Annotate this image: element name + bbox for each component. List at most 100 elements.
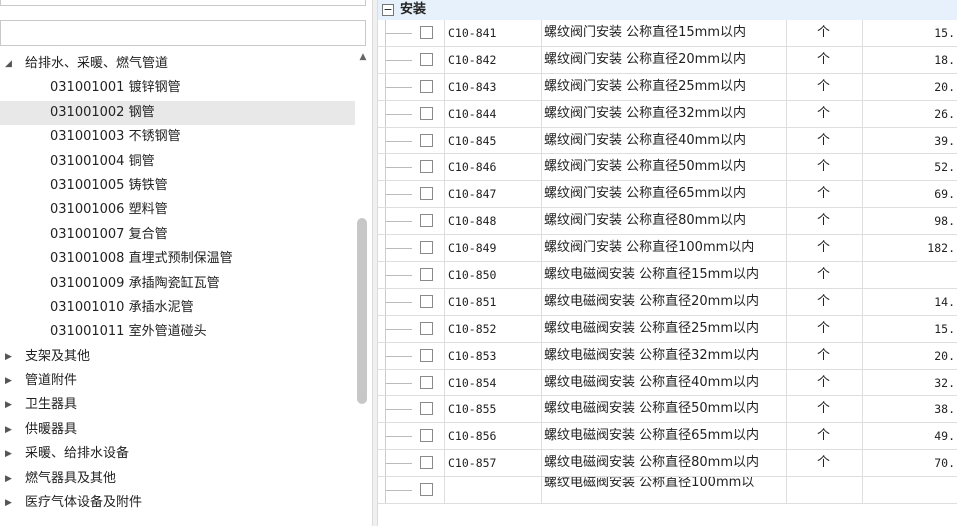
tree-item-group[interactable]: ◢ 给排水、采暖、燃气管道 <box>0 52 355 76</box>
row-checkbox[interactable] <box>420 106 433 120</box>
unit-cell[interactable]: 个 <box>786 73 862 100</box>
table-row[interactable]: C10-853 螺纹电磁阀安装 公称直径32mm以内个 20. <box>378 342 957 370</box>
tree-item-leaf[interactable]: 031001002 钢管 <box>0 100 355 126</box>
quota-code-cell[interactable]: C10-853 <box>444 342 541 369</box>
expand-arrow-icon[interactable]: ▶ <box>5 393 15 417</box>
quota-code-cell[interactable]: C10-848 <box>444 208 541 235</box>
group-header[interactable]: − 安装 <box>378 0 957 20</box>
expand-arrow-icon[interactable]: ▶ <box>5 467 15 491</box>
row-checkbox[interactable] <box>420 456 433 470</box>
quota-name-cell[interactable]: 螺纹阀门安装 公称直径25mm以内 <box>541 73 786 100</box>
quota-name-cell[interactable]: 螺纹电磁阀安装 公称直径40mm以内 <box>541 369 786 396</box>
expand-arrow-icon[interactable]: ▶ <box>5 345 15 369</box>
table-row[interactable]: C10-846 螺纹阀门安装 公称直径50mm以内个 52. <box>378 154 957 182</box>
row-checkbox[interactable] <box>420 133 433 147</box>
quota-code-cell[interactable]: C10-854 <box>444 369 541 396</box>
table-row[interactable]: C10-848 螺纹阀门安装 公称直径80mm以内个 98. <box>378 208 957 236</box>
unit-cell[interactable]: 个 <box>786 235 862 262</box>
price-cell[interactable]: 20. <box>862 73 957 100</box>
quota-name-cell[interactable]: 螺纹电磁阀安装 公称直径50mm以内 <box>541 396 786 423</box>
tree-item-group[interactable]: ▶ 医疗气体设备及附件 <box>0 491 355 515</box>
table-row[interactable]: C10-847 螺纹阀门安装 公称直径65mm以内个 69. <box>378 181 957 209</box>
row-checkbox[interactable] <box>420 241 433 255</box>
price-cell[interactable]: 15. <box>862 20 957 46</box>
tree-item-leaf[interactable]: 031001008 直埋式预制保温管 <box>0 247 355 271</box>
quota-name-cell[interactable]: 螺纹阀门安装 公称直径100mm以内 <box>541 235 786 262</box>
table-row[interactable]: C10-854 螺纹电磁阀安装 公称直径40mm以内个 32. <box>378 369 957 397</box>
quota-name-cell[interactable]: 螺纹阀门安装 公称直径40mm以内 <box>541 127 786 154</box>
tree-item-leaf[interactable]: 031001006 塑料管 <box>0 198 355 222</box>
quota-name-cell[interactable]: 螺纹电磁阀安装 公称直径20mm以内 <box>541 288 786 315</box>
price-cell[interactable]: 32. <box>862 369 957 396</box>
quota-name-cell[interactable]: 螺纹电磁阀安装 公称直径15mm以内 <box>541 262 786 288</box>
price-cell[interactable]: 18. <box>862 46 957 73</box>
table-row[interactable]: C10-849 螺纹阀门安装 公称直径100mm以内个 182. <box>378 235 957 263</box>
price-cell[interactable]: 182. <box>862 235 957 262</box>
table-row[interactable]: C10-857 螺纹电磁阀安装 公称直径80mm以内个 70. <box>378 450 957 478</box>
unit-cell[interactable]: 个 <box>786 20 862 46</box>
price-cell[interactable]: 26. <box>862 100 957 127</box>
row-checkbox[interactable] <box>420 375 433 389</box>
unit-cell[interactable]: 个 <box>786 315 862 342</box>
table-row[interactable]: C10-851 螺纹电磁阀安装 公称直径20mm以内个 14. <box>378 288 957 316</box>
table-row[interactable]: C10-856 螺纹电磁阀安装 公称直径65mm以内个 49. <box>378 423 957 451</box>
tree-item-group[interactable]: ▶ 管道附件 <box>0 369 355 393</box>
quota-code-cell[interactable]: C10-849 <box>444 235 541 262</box>
row-checkbox[interactable] <box>420 402 433 416</box>
quota-name-cell[interactable]: 螺纹电磁阀安装 公称直径65mm以内 <box>541 423 786 450</box>
search-input[interactable] <box>0 20 366 46</box>
unit-cell[interactable]: 个 <box>786 423 862 450</box>
row-checkbox[interactable] <box>420 429 433 443</box>
unit-cell[interactable] <box>786 477 862 504</box>
row-checkbox[interactable] <box>420 160 433 174</box>
tree-item-group[interactable]: ▶ 支架及其他 <box>0 345 355 369</box>
tree-item-leaf[interactable]: 031001010 承插水泥管 <box>0 296 355 320</box>
row-checkbox[interactable] <box>420 79 433 93</box>
collapse-arrow-icon[interactable]: ◢ <box>5 52 15 76</box>
unit-cell[interactable]: 个 <box>786 369 862 396</box>
quota-name-cell[interactable]: 螺纹阀门安装 公称直径32mm以内 <box>541 100 786 127</box>
unit-cell[interactable]: 个 <box>786 342 862 369</box>
row-checkbox[interactable] <box>420 294 433 308</box>
quota-code-cell[interactable]: C10-843 <box>444 73 541 100</box>
table-row[interactable]: C10-842 螺纹阀门安装 公称直径20mm以内个 18. <box>378 46 957 74</box>
price-cell[interactable]: 14. <box>862 288 957 315</box>
price-cell[interactable]: 38. <box>862 396 957 423</box>
row-checkbox[interactable] <box>420 52 433 66</box>
quota-code-cell[interactable]: C10-841 <box>444 20 541 46</box>
expand-arrow-icon[interactable]: ▶ <box>5 442 15 466</box>
quota-name-cell[interactable]: 螺纹阀门安装 公称直径65mm以内 <box>541 181 786 208</box>
row-checkbox[interactable] <box>420 483 433 497</box>
tree-scrollbar-thumb[interactable] <box>357 218 367 404</box>
quota-name-cell[interactable]: 螺纹电磁阀安装 公称直径32mm以内 <box>541 342 786 369</box>
quota-name-cell[interactable]: 螺纹电磁阀安装 公称直径25mm以内 <box>541 315 786 342</box>
quota-code-cell[interactable]: C10-850 <box>444 262 541 288</box>
unit-cell[interactable]: 个 <box>786 100 862 127</box>
table-row[interactable]: 螺纹电磁阀安装 公称直径100mm以 <box>378 477 957 505</box>
table-row[interactable]: C10-841 螺纹阀门安装 公称直径15mm以内个 15. <box>378 20 957 47</box>
price-cell[interactable]: 20. <box>862 342 957 369</box>
quota-code-cell[interactable]: C10-847 <box>444 181 541 208</box>
unit-cell[interactable]: 个 <box>786 127 862 154</box>
quota-code-cell[interactable]: C10-846 <box>444 154 541 181</box>
unit-cell[interactable]: 个 <box>786 450 862 477</box>
tree-item-leaf[interactable]: 031001007 复合管 <box>0 223 355 247</box>
price-cell[interactable]: 69. <box>862 181 957 208</box>
quota-name-cell[interactable]: 螺纹电磁阀安装 公称直径80mm以内 <box>541 450 786 477</box>
table-row[interactable]: C10-855 螺纹电磁阀安装 公称直径50mm以内个 38. <box>378 396 957 424</box>
table-row[interactable]: C10-843 螺纹阀门安装 公称直径25mm以内个 20. <box>378 73 957 101</box>
expand-arrow-icon[interactable]: ▶ <box>5 491 15 515</box>
filter-input-top[interactable] <box>0 0 366 6</box>
quota-code-cell[interactable]: C10-851 <box>444 288 541 315</box>
expand-arrow-icon[interactable]: ▶ <box>5 418 15 442</box>
unit-cell[interactable]: 个 <box>786 288 862 315</box>
row-checkbox[interactable] <box>420 348 433 362</box>
table-row[interactable]: C10-852 螺纹电磁阀安装 公称直径25mm以内个 15. <box>378 315 957 343</box>
scroll-up-arrow-icon[interactable]: ▲ <box>357 52 369 62</box>
row-checkbox[interactable] <box>420 268 433 282</box>
quota-name-cell[interactable]: 螺纹阀门安装 公称直径50mm以内 <box>541 154 786 181</box>
row-checkbox[interactable] <box>420 214 433 228</box>
quota-code-cell[interactable]: C10-857 <box>444 450 541 477</box>
price-cell[interactable]: 15. <box>862 315 957 342</box>
tree-item-leaf[interactable]: 031001009 承插陶瓷缸瓦管 <box>0 272 355 296</box>
